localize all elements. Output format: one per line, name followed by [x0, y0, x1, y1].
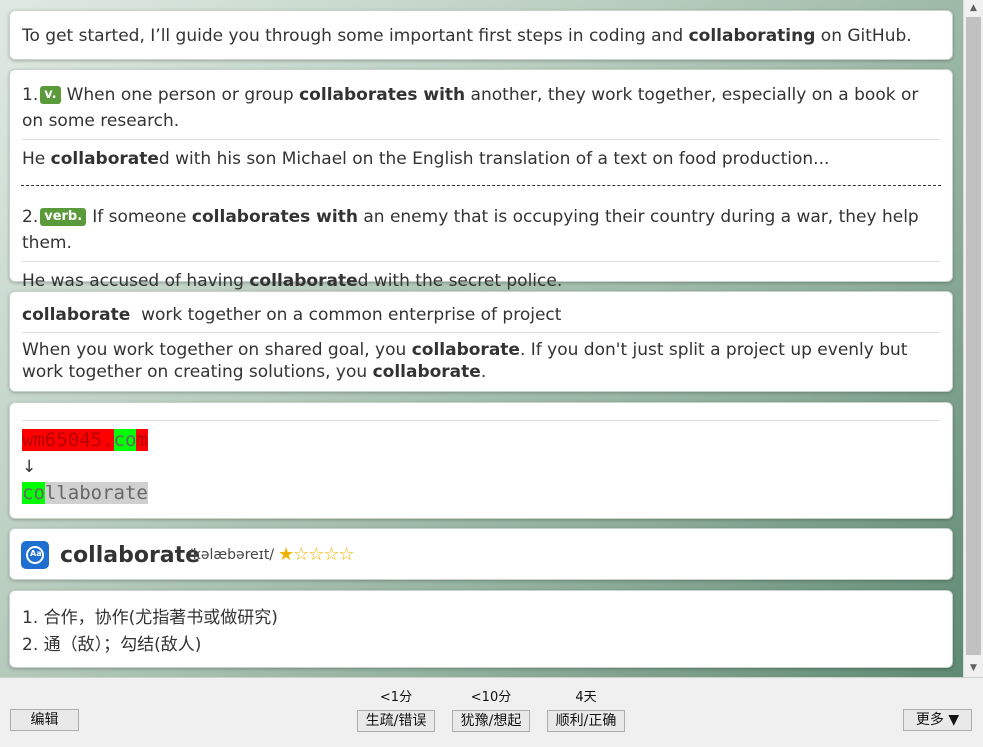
edit-button[interactable]: 编辑	[10, 709, 79, 731]
context-text: To get started, I’ll guide you through s…	[22, 26, 912, 46]
interval-again: <1分	[379, 690, 413, 705]
dictionary-app-icon[interactable]: Aa	[21, 541, 49, 569]
context-sentence-card: To get started, I’ll guide you through s…	[9, 10, 953, 60]
interval-hard: <10分	[470, 690, 512, 705]
note-gloss: collaborate work together on a common en…	[22, 305, 562, 325]
scroll-down-arrow-icon[interactable]: ▼	[964, 660, 983, 677]
definition-2: 2. verb. If someone collaborates with an e…	[22, 207, 919, 253]
more-button[interactable]: 更多 ▼	[903, 709, 972, 731]
definition-1: 1. v. When one person or group collaborate…	[22, 85, 919, 131]
chinese-definition-card: 1. 合作，协作(尤指著书或做研究) 2. 通（敌）；勾结(敌人)	[9, 590, 953, 668]
example-1: He collaborated with his son Michael on …	[22, 149, 830, 169]
compare-arrow: ↓	[22, 457, 37, 477]
pos-tag: v.	[40, 86, 61, 104]
word-note-card: collaborate work together on a common en…	[9, 291, 953, 392]
rating-stars: ★☆☆☆☆	[278, 544, 355, 565]
again-button[interactable]: 生疏/错误	[357, 710, 435, 732]
interval-good: 4天	[575, 690, 597, 705]
definitions-card: 1. v. When one person or group collaborate…	[9, 69, 953, 291]
spelling-compare-card: wm65045.com ↓ collaborate	[9, 402, 953, 519]
pos-tag: verb.	[40, 208, 87, 226]
good-button[interactable]: 顺利/正确	[547, 710, 625, 732]
scroll-up-arrow-icon[interactable]: ▲	[964, 0, 983, 17]
cn-def-1: 1. 合作，协作(尤指著书或做研究)	[22, 608, 278, 628]
vertical-scrollbar[interactable]: ▲ ▼	[963, 0, 983, 677]
scroll-thumb[interactable]	[966, 17, 981, 655]
example-2: He was accused of having collaborated wi…	[22, 271, 563, 291]
phonetic: /kəlæbəreɪt/	[188, 547, 275, 563]
typed-answer: wm65045.com	[22, 429, 148, 451]
review-toolbar: 编辑 <1分 生疏/错误 <10分 犹豫/想起 4天 顺利/正确 更多 ▼	[0, 677, 983, 747]
headword: collaborate	[60, 543, 201, 568]
card-view: To get started, I’ll guide you through s…	[0, 0, 963, 677]
correct-answer: collaborate	[22, 482, 148, 504]
hard-button[interactable]: 犹豫/想起	[452, 710, 530, 732]
cn-def-2: 2. 通（敌）；勾结(敌人)	[22, 635, 202, 655]
word-header-card: Aa collaborate /kəlæbəreɪt/ ★☆☆☆☆	[9, 528, 953, 580]
note-explanation: When you work together on shared goal, y…	[22, 340, 908, 382]
